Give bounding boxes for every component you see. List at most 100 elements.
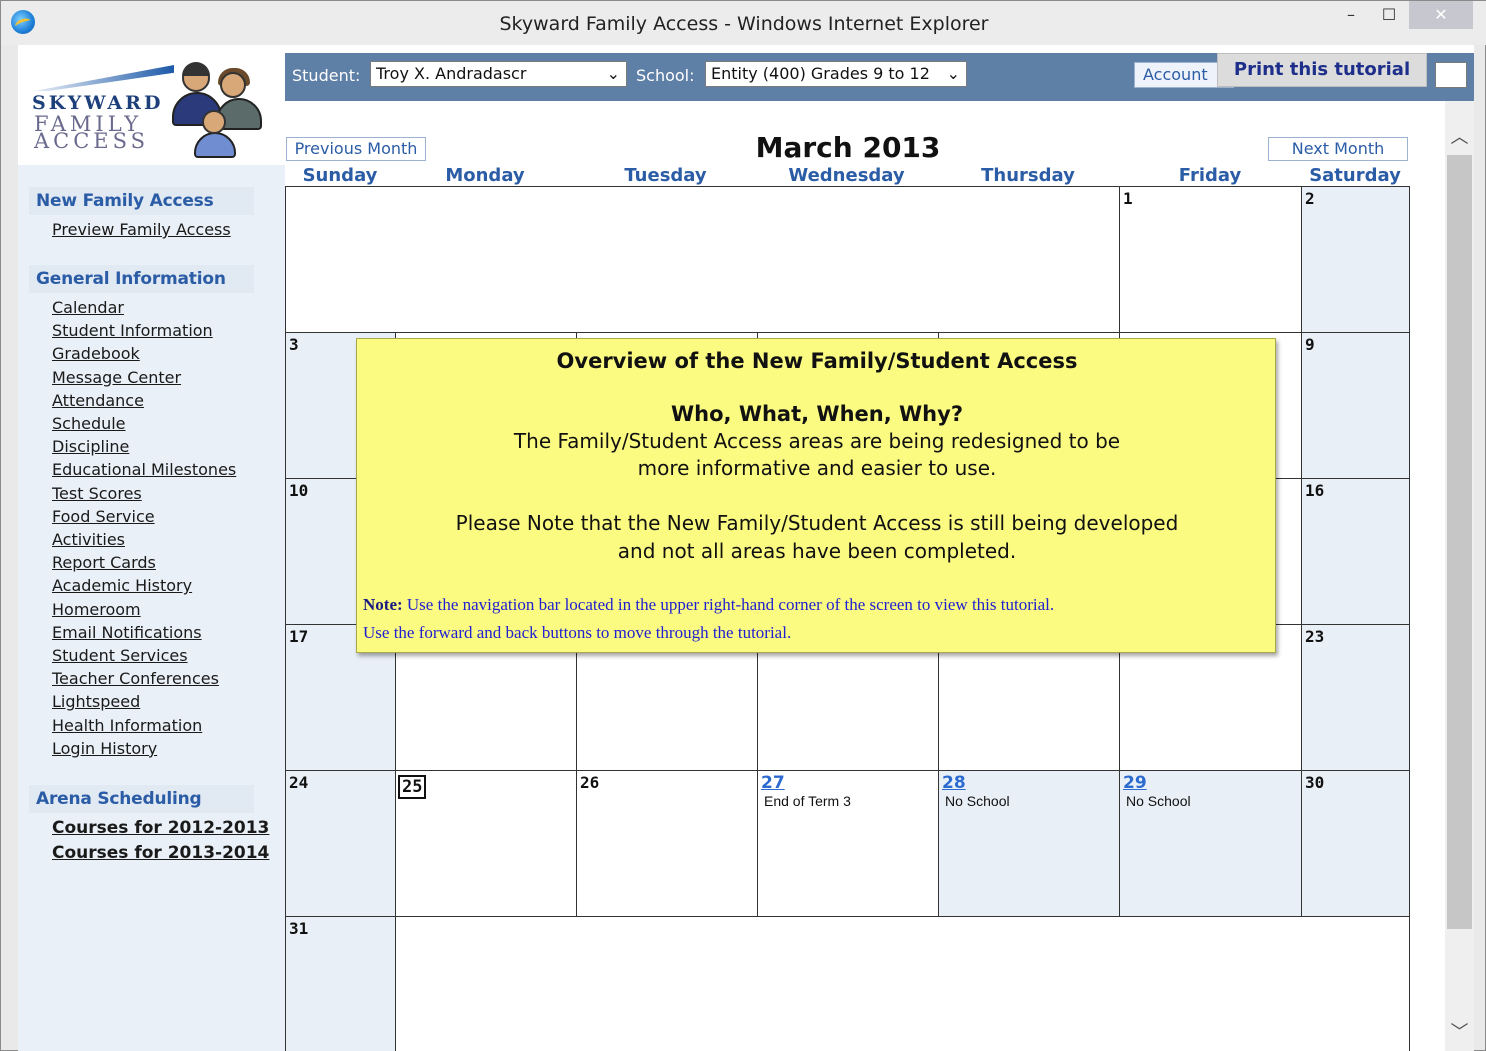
- calendar-day-cell[interactable]: 1: [1119, 186, 1302, 333]
- day-number: 26: [580, 773, 600, 792]
- maximize-button[interactable]: ☐: [1367, 1, 1411, 29]
- next-month-button[interactable]: Next Month: [1268, 137, 1408, 161]
- school-label: School:: [636, 66, 695, 85]
- chevron-down-icon: ⌄: [606, 64, 620, 83]
- nav-link-message-center[interactable]: Message Center: [52, 366, 285, 389]
- nav-link-lightspeed[interactable]: Lightspeed: [52, 690, 285, 713]
- day-number: 24: [289, 773, 309, 792]
- day-number: 3: [289, 335, 299, 354]
- calendar-empty-cell: [285, 186, 1120, 333]
- nav-link-report-cards[interactable]: Report Cards: [52, 551, 285, 574]
- calendar-day-cell[interactable]: 24: [285, 770, 396, 917]
- day-number-link[interactable]: 28: [942, 773, 966, 793]
- student-select[interactable]: Troy X. Andradascr ⌄: [370, 61, 627, 87]
- calendar-day-cell-today[interactable]: 25: [395, 770, 577, 917]
- tutorial-note: Note: Use the navigation bar located in …: [363, 595, 1054, 615]
- skyward-logo[interactable]: SKYWARD FAMILY ACCESS: [18, 45, 285, 165]
- nav-link-test-scores[interactable]: Test Scores: [52, 482, 285, 505]
- logo-text-family: FAMILY ACCESS: [34, 114, 149, 152]
- nav-section-general-information: General Information Calendar Student Inf…: [18, 265, 285, 760]
- nav-section-new-family-access: New Family Access Preview Family Access: [18, 187, 285, 241]
- calendar-day-cell[interactable]: 28 No School: [938, 770, 1120, 917]
- day-number: 10: [289, 481, 309, 500]
- print-tutorial-button[interactable]: Print this tutorial: [1217, 53, 1427, 87]
- previous-month-button[interactable]: Previous Month: [286, 137, 426, 161]
- tutorial-text: The Family/Student Access areas are bein…: [513, 429, 1121, 453]
- nav-link-food-service[interactable]: Food Service: [52, 505, 285, 528]
- day-number: 9: [1305, 335, 1315, 354]
- nav-link-student-information[interactable]: Student Information: [52, 319, 285, 342]
- toolbar-box[interactable]: [1435, 62, 1467, 88]
- month-title: March 2013: [755, 131, 941, 164]
- student-school-bar: Student: Troy X. Andradascr ⌄ School: En…: [285, 53, 1474, 101]
- nav-header: New Family Access: [29, 187, 254, 215]
- tutorial-popup: Overview of the New Family/Student Acces…: [356, 338, 1276, 653]
- day-number: 30: [1305, 773, 1325, 792]
- vertical-scrollbar[interactable]: ︿ ﹀: [1445, 101, 1474, 1051]
- scroll-up-icon[interactable]: ︿: [1445, 123, 1474, 148]
- sidebar: SKYWARD FAMILY ACCESS New Family Access …: [18, 45, 285, 1051]
- tutorial-title: Overview of the New Family/Student Acces…: [556, 349, 1078, 373]
- nav-link-schedule[interactable]: Schedule: [52, 412, 285, 435]
- person-head: [202, 110, 226, 134]
- tutorial-subtitle: Who, What, When, Why?: [670, 402, 964, 426]
- day-number-link[interactable]: 29: [1123, 773, 1147, 793]
- close-button[interactable]: ✕: [1409, 1, 1473, 29]
- day-of-week-header: Saturday: [1309, 165, 1401, 186]
- nav-link-courses-2012-2013[interactable]: Courses for 2012-2013: [52, 816, 285, 841]
- nav-link-preview-family-access[interactable]: Preview Family Access: [52, 218, 285, 241]
- student-label: Student:: [292, 66, 361, 85]
- nav-link-teacher-conferences[interactable]: Teacher Conferences: [52, 667, 285, 690]
- nav-link-student-services[interactable]: Student Services: [52, 644, 285, 667]
- calendar-empty-cell: [395, 916, 1410, 1051]
- tutorial-note-text: Use the navigation bar located in the up…: [402, 595, 1055, 614]
- calendar-day-cell[interactable]: 2: [1301, 186, 1410, 333]
- logo-text-skyward: SKYWARD: [32, 92, 164, 114]
- student-select-value: Troy X. Andradascr: [376, 64, 527, 83]
- nav-link-login-history[interactable]: Login History: [52, 737, 285, 760]
- scroll-down-icon[interactable]: ﹀: [1445, 1018, 1474, 1043]
- day-of-week-header: Thursday: [981, 165, 1075, 186]
- scrollbar-thumb[interactable]: [1447, 155, 1472, 929]
- logo-swoosh: [34, 65, 174, 91]
- day-of-week-header: Sunday: [302, 165, 378, 186]
- tutorial-text: Please Note that the New Family/Student …: [455, 511, 1179, 535]
- calendar-day-cell[interactable]: 9: [1301, 332, 1410, 479]
- nav-link-calendar[interactable]: Calendar: [52, 296, 285, 319]
- school-select[interactable]: Entity (400) Grades 9 to 12 ⌄: [705, 61, 967, 87]
- person-hair: [182, 62, 210, 76]
- day-number: 17: [289, 627, 309, 646]
- nav-link-educational-milestones[interactable]: Educational Milestones: [52, 458, 285, 481]
- day-number: 23: [1305, 627, 1325, 646]
- tutorial-text: more informative and easier to use.: [637, 456, 997, 480]
- nav-link-homeroom[interactable]: Homeroom: [52, 598, 285, 621]
- family-people-icon: [170, 62, 270, 162]
- day-of-week-header: Monday: [445, 165, 525, 186]
- calendar-day-cell[interactable]: 26: [576, 770, 758, 917]
- calendar-day-cell[interactable]: 23: [1301, 624, 1410, 771]
- page-content: SKYWARD FAMILY ACCESS New Family Access …: [18, 45, 1474, 1051]
- calendar-day-cell[interactable]: 29 No School: [1119, 770, 1302, 917]
- nav-link-health-information[interactable]: Health Information: [52, 714, 285, 737]
- day-number-link[interactable]: 27: [761, 773, 785, 793]
- title-bar: Skyward Family Access - Windows Internet…: [1, 1, 1486, 45]
- nav-link-academic-history[interactable]: Academic History: [52, 574, 285, 597]
- nav-section-arena-scheduling: Arena Scheduling Courses for 2012-2013 C…: [18, 785, 285, 866]
- calendar-day-cell[interactable]: 27 End of Term 3: [757, 770, 939, 917]
- calendar-day-cell[interactable]: 30: [1301, 770, 1410, 917]
- nav-link-email-notifications[interactable]: Email Notifications: [52, 621, 285, 644]
- calendar-day-cell[interactable]: 31: [285, 916, 396, 1051]
- tutorial-note-line2: Use the forward and back buttons to move…: [363, 623, 792, 642]
- person-head: [220, 72, 246, 98]
- window-title: Skyward Family Access - Windows Internet…: [499, 13, 989, 35]
- nav-link-discipline[interactable]: Discipline: [52, 435, 285, 458]
- day-number: 31: [289, 919, 309, 938]
- nav-link-courses-2013-2014[interactable]: Courses for 2013-2014: [52, 841, 285, 866]
- day-number: 16: [1305, 481, 1325, 500]
- nav-link-activities[interactable]: Activities: [52, 528, 285, 551]
- nav-link-gradebook[interactable]: Gradebook: [52, 342, 285, 365]
- browser-window: Skyward Family Access - Windows Internet…: [0, 0, 1486, 1051]
- nav-link-attendance[interactable]: Attendance: [52, 389, 285, 412]
- calendar-day-cell[interactable]: 16: [1301, 478, 1410, 625]
- day-of-week-header: Tuesday: [624, 165, 707, 186]
